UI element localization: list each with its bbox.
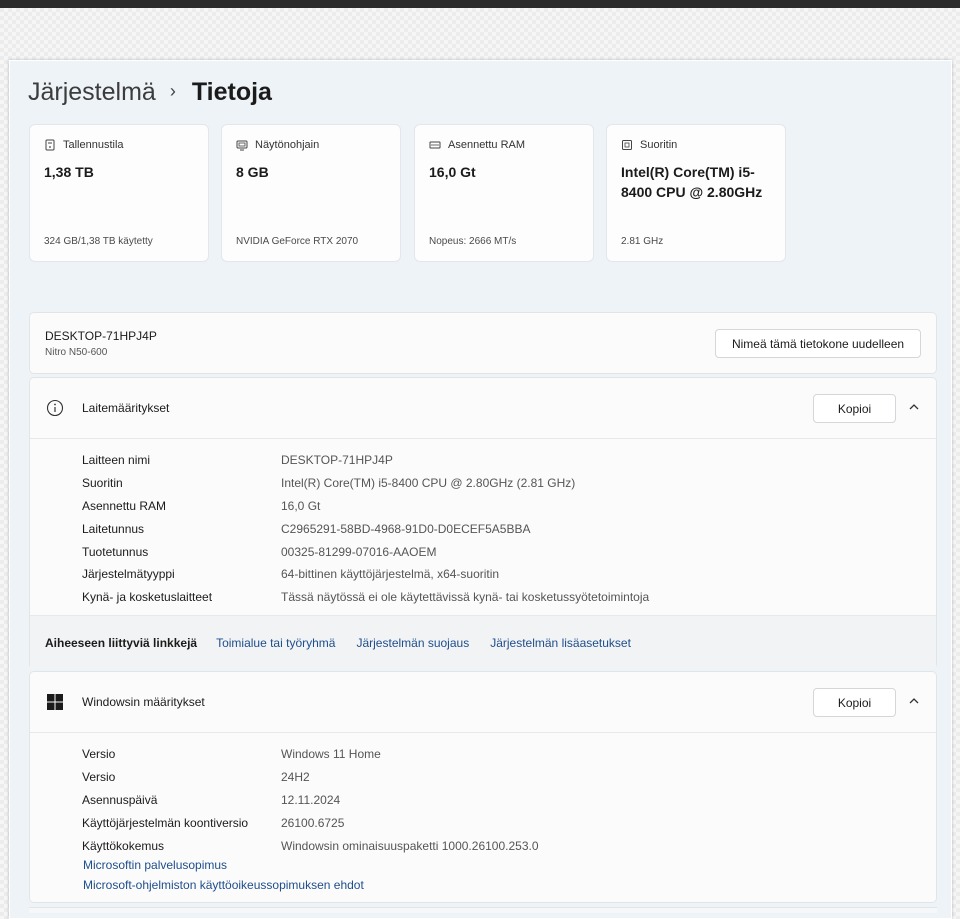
storage-icon <box>44 139 56 151</box>
ram-card-value: 16,0 Gt <box>429 164 476 180</box>
device-name-panel: DESKTOP-71HPJ4P Nitro N50-600 Nimeä tämä… <box>29 312 937 374</box>
cpu-card-label: Suoritin <box>640 139 678 151</box>
breadcrumb: Järjestelmä › Tietoja <box>28 75 272 109</box>
device-specs-header[interactable]: Laitemääritykset Kopioi <box>30 378 936 439</box>
link-domain-workgroup[interactable]: Toimialue tai työryhmä <box>216 636 335 650</box>
ram-card[interactable]: Asennettu RAM 16,0 Gt Nopeus: 2666 MT/s <box>414 124 594 262</box>
spec-key: Laitetunnus <box>82 521 145 536</box>
spec-value: DESKTOP-71HPJ4P <box>281 453 393 468</box>
spec-row: Tuotetunnus 00325-81299-07016-AAOEM <box>82 540 649 563</box>
cpu-card-value: Intel(R) Core(TM) i5-8400 CPU @ 2.80GHz <box>621 164 763 200</box>
gpu-card-sub: NVIDIA GeForce RTX 2070 <box>236 236 359 247</box>
spec-value: Windows 11 Home <box>281 747 381 762</box>
spec-row: Versio Windows 11 Home <box>82 743 539 766</box>
page-title: Tietoja <box>191 77 272 106</box>
related-links-bar: Aiheeseen liittyviä linkkejä Toimialue t… <box>30 615 936 669</box>
device-specs-title: Laitemääritykset <box>82 401 170 415</box>
windows-links: Microsoftin palvelusopimus Microsoft-ohj… <box>83 855 364 895</box>
spec-row: Asennuspäivä 12.11.2024 <box>82 789 539 812</box>
windows-specs-header[interactable]: Windowsin määritykset Kopioi <box>30 672 936 733</box>
gpu-card-value: 8 GB <box>236 164 269 180</box>
copy-windows-specs-button[interactable]: Kopioi <box>813 688 896 717</box>
spec-value: 64-bittinen käyttöjärjestelmä, x64-suori… <box>281 567 500 582</box>
spec-row: Laitteen nimi DESKTOP-71HPJ4P <box>82 449 649 472</box>
ram-icon <box>429 139 441 151</box>
spec-value: 12.11.2024 <box>281 792 341 807</box>
windows-specs-list: Versio Windows 11 Home Versio 24H2 Asennus… <box>82 743 539 857</box>
gpu-card-label: Näytönohjain <box>255 139 320 151</box>
spec-row: Järjestelmätyyppi 64-bittinen käyttöjärje… <box>82 563 649 586</box>
chevron-up-icon[interactable] <box>907 400 921 414</box>
spec-row: Versio 24H2 <box>82 766 539 789</box>
rename-pc-button[interactable]: Nimeä tämä tietokone uudelleen <box>715 329 921 358</box>
next-section-edge <box>29 907 937 913</box>
spec-row: Suoritin Intel(R) Core(TM) i5-8400 CPU @ … <box>82 472 649 495</box>
spec-key: Käyttöjärjestelmän koontiversio <box>82 815 249 830</box>
spec-row: Käyttöjärjestelmän koontiversio 26100.672… <box>82 811 539 834</box>
spec-key: Asennettu RAM <box>82 498 167 513</box>
breadcrumb-parent[interactable]: Järjestelmä <box>28 78 156 107</box>
storage-card-sub: 324 GB/1,38 TB käytetty <box>44 236 153 247</box>
spec-row: Kynä- ja kosketuslaitteet Tässä näytössä … <box>82 586 649 609</box>
cpu-card-sub: 2.81 GHz <box>621 236 664 247</box>
ram-card-sub: Nopeus: 2666 MT/s <box>429 236 517 247</box>
cpu-card[interactable]: Suoritin Intel(R) Core(TM) i5-8400 CPU @… <box>606 124 786 262</box>
spec-key: Laitteen nimi <box>82 453 151 468</box>
info-icon <box>46 399 64 417</box>
gpu-icon <box>236 139 248 151</box>
related-links-label: Aiheeseen liittyviä linkkejä <box>45 635 198 650</box>
link-license-terms[interactable]: Microsoft-ohjelmiston käyttöoikeussopimu… <box>83 875 364 895</box>
spec-key: Asennuspäivä <box>82 792 158 807</box>
spec-value: 16,0 Gt <box>281 498 321 513</box>
device-specs-section: Laitemääritykset Kopioi Laitteen nimi DES… <box>29 377 937 669</box>
spec-key: Versio <box>82 747 116 762</box>
spec-value: Intel(R) Core(TM) i5-8400 CPU @ 2.80GHz … <box>281 476 576 491</box>
breadcrumb-separator: › <box>169 80 176 101</box>
spec-value: 26100.6725 <box>281 815 345 830</box>
chevron-up-icon[interactable] <box>907 694 921 708</box>
spec-value: C2965291-58BD-4968-91D0-D0ECEF5A5BBA <box>281 521 531 536</box>
link-service-agreement[interactable]: Microsoftin palvelusopimus <box>83 855 364 875</box>
spec-key: Kynä- ja kosketuslaitteet <box>82 590 213 605</box>
spec-value: Windowsin ominaisuuspaketti 1000.26100.2… <box>281 838 539 853</box>
windows-logo-icon <box>46 693 64 711</box>
spec-value: Tässä näytössä ei ole käytettävissä kynä… <box>281 590 650 605</box>
spec-row: Käyttökokemus Windowsin ominaisuuspaketti… <box>82 834 539 857</box>
spec-value: 24H2 <box>281 770 310 785</box>
link-advanced-system-settings[interactable]: Järjestelmän lisäasetukset <box>490 636 631 650</box>
device-name: DESKTOP-71HPJ4P <box>45 329 157 343</box>
link-system-protection[interactable]: Järjestelmän suojaus <box>356 636 469 650</box>
windows-specs-title: Windowsin määritykset <box>82 695 205 709</box>
storage-card-label: Tallennustila <box>63 139 124 151</box>
spec-row: Asennettu RAM 16,0 Gt <box>82 495 649 518</box>
storage-card-value: 1,38 TB <box>44 164 94 180</box>
spec-value: 00325-81299-07016-AAOEM <box>281 544 437 559</box>
spec-key: Suoritin <box>82 476 123 491</box>
spec-key: Versio <box>82 770 116 785</box>
spec-row: Laitetunnus C2965291-58BD-4968-91D0-D0ECE… <box>82 517 649 540</box>
device-specs-list: Laitteen nimi DESKTOP-71HPJ4P Suoritin Int… <box>82 449 649 609</box>
spec-key: Käyttökokemus <box>82 838 165 853</box>
storage-card[interactable]: Tallennustila 1,38 TB 324 GB/1,38 TB käy… <box>29 124 209 262</box>
cpu-icon <box>621 139 633 151</box>
settings-window: Järjestelmä › Tietoja Tallennustila 1,38… <box>9 60 952 919</box>
gpu-card[interactable]: Näytönohjain 8 GB NVIDIA GeForce RTX 207… <box>221 124 401 262</box>
spec-key: Tuotetunnus <box>82 544 149 559</box>
spec-key: Järjestelmätyyppi <box>82 567 175 582</box>
top-frame-bar <box>0 0 960 8</box>
windows-specs-section: Windowsin määritykset Kopioi Versio Windo… <box>29 671 937 903</box>
ram-card-label: Asennettu RAM <box>448 139 526 151</box>
copy-device-specs-button[interactable]: Kopioi <box>813 394 896 423</box>
device-model: Nitro N50-600 <box>45 347 108 358</box>
